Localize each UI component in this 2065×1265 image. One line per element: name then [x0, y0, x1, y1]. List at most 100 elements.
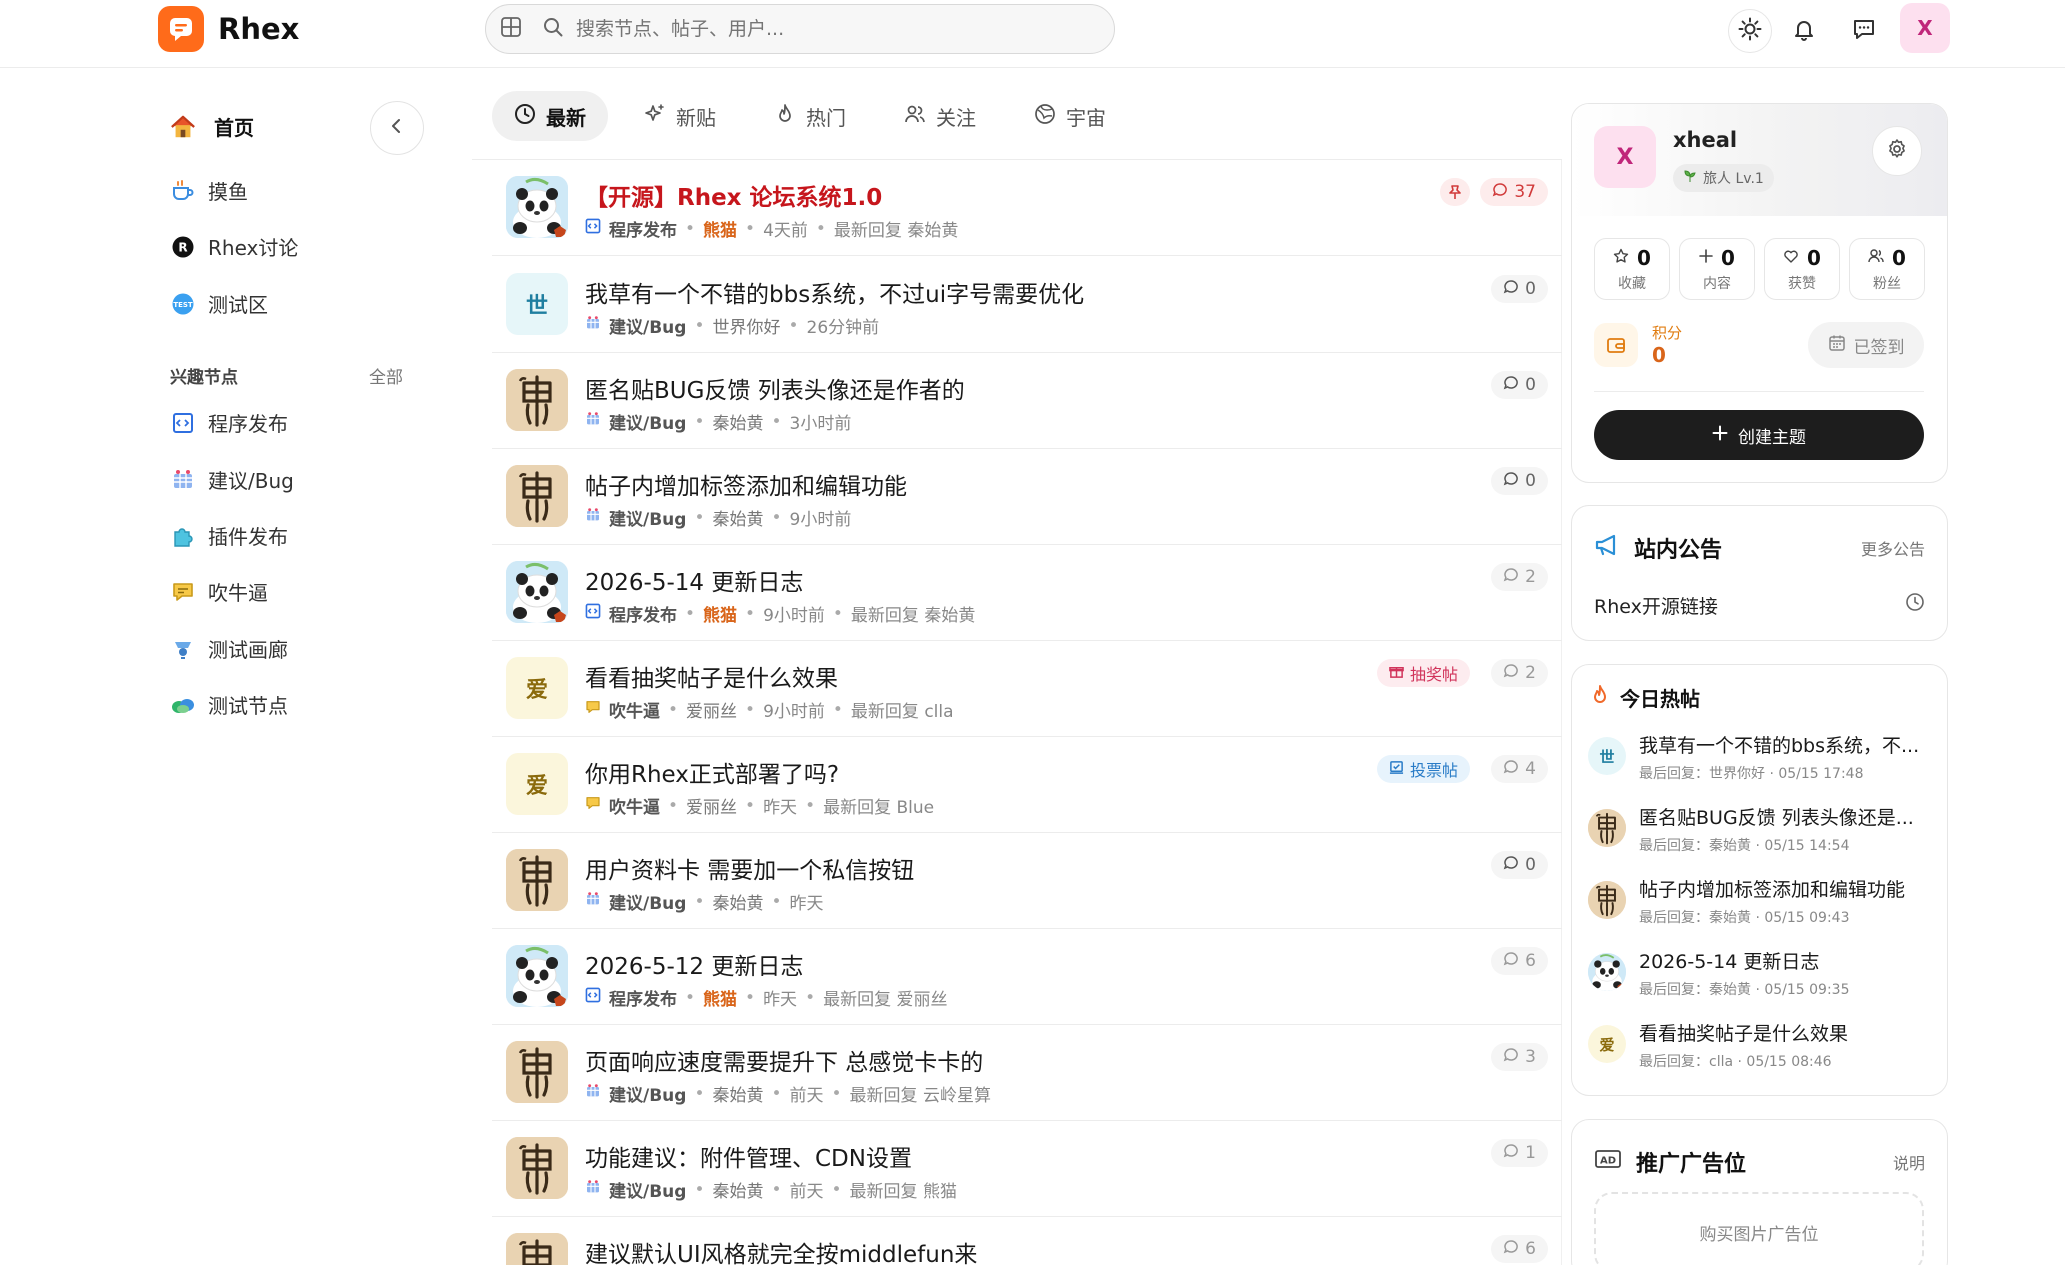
stat-likes[interactable]: 0 获赞: [1764, 238, 1840, 300]
more-announcements-link[interactable]: 更多公告: [1861, 536, 1925, 560]
post-node[interactable]: 程序发布: [609, 985, 677, 1010]
settings-button[interactable]: [1872, 126, 1922, 176]
post-author[interactable]: 爱丽丝: [686, 793, 737, 818]
stat-content[interactable]: 0 内容: [1679, 238, 1755, 300]
sidebar-item-chuiniubi[interactable]: 吹牛逼: [170, 577, 268, 606]
search-input[interactable]: [576, 18, 1056, 40]
hot-item-title[interactable]: 看看抽奖帖子是什么效果: [1639, 1019, 1929, 1046]
post-row[interactable]: 页面响应速度需要提升下 总感觉卡卡的 建议/Bug • 秦始黄 • 前天 • 最新回复…: [492, 1025, 1562, 1121]
lottery-tag-badge[interactable]: 抽奖帖: [1376, 659, 1470, 687]
post-author[interactable]: 秦始黄: [712, 889, 763, 914]
avatar[interactable]: 爱: [506, 657, 568, 719]
avatar[interactable]: [506, 1233, 568, 1265]
ad-info-link[interactable]: 说明: [1893, 1150, 1925, 1174]
post-title[interactable]: 功能建议：附件管理、CDN设置: [585, 1139, 912, 1173]
avatar[interactable]: 爱: [506, 753, 568, 815]
post-title[interactable]: 建议默认UI风格就完全按middlefun来: [585, 1235, 977, 1265]
sidebar-item-rhex-discuss[interactable]: R Rhex讨论: [170, 232, 298, 261]
hot-item[interactable]: 世 我草有一个不错的bbs系统，不... 最后回复：世界你好 · 05/15 1…: [1588, 731, 1933, 791]
avatar[interactable]: [506, 1137, 568, 1199]
sidebar-collapse-button[interactable]: [370, 101, 424, 155]
avatar[interactable]: 世: [506, 273, 568, 335]
tab-follow[interactable]: 关注: [882, 91, 998, 141]
avatar[interactable]: [506, 176, 568, 238]
search-bar[interactable]: [485, 4, 1115, 54]
vote-tag-badge[interactable]: 投票帖: [1376, 755, 1470, 783]
tab-hot[interactable]: 热门: [752, 91, 868, 141]
avatar[interactable]: [506, 561, 568, 623]
avatar[interactable]: [506, 465, 568, 527]
post-node[interactable]: 吹牛逼: [609, 793, 660, 818]
tab-universe[interactable]: 宇宙: [1012, 91, 1128, 141]
sidebar-item-moyu[interactable]: 摸鱼: [170, 176, 248, 205]
sidebar-item-plugin-release[interactable]: 插件发布: [170, 521, 288, 550]
stat-favorites[interactable]: 0 收藏: [1594, 238, 1670, 300]
hot-item-title[interactable]: 帖子内增加标签添加和编辑功能: [1639, 875, 1929, 902]
grid-icon[interactable]: [500, 16, 522, 42]
sidebar-item-test-node[interactable]: 测试节点: [170, 690, 288, 719]
tab-latest[interactable]: 最新: [492, 91, 608, 141]
post-title[interactable]: 匿名贴BUG反馈 列表头像还是作者的: [585, 371, 965, 405]
post-node[interactable]: 程序发布: [609, 216, 677, 241]
avatar[interactable]: [506, 369, 568, 431]
sidebar-item-home[interactable]: 首页: [170, 112, 254, 141]
post-row[interactable]: 建议默认UI风格就完全按middlefun来 6: [492, 1217, 1562, 1265]
hot-item[interactable]: 匿名贴BUG反馈 列表头像还是... 最后回复：秦始黄 · 05/15 14:5…: [1588, 803, 1933, 863]
tab-new[interactable]: 新贴: [622, 91, 738, 141]
post-node[interactable]: 建议/Bug: [609, 889, 686, 914]
post-node[interactable]: 建议/Bug: [609, 1081, 686, 1106]
theme-toggle-button[interactable]: [1728, 9, 1772, 53]
post-row[interactable]: 世 我草有一个不错的bbs系统，不过ui字号需要优化 建议/Bug • 世界你好 •…: [492, 257, 1562, 353]
post-title[interactable]: 看看抽奖帖子是什么效果: [585, 659, 838, 693]
hot-item[interactable]: 帖子内增加标签添加和编辑功能 最后回复：秦始黄 · 05/15 09:43: [1588, 875, 1933, 935]
messages-button[interactable]: [1842, 9, 1886, 53]
post-node[interactable]: 建议/Bug: [609, 1177, 686, 1202]
post-author[interactable]: 秦始黄: [712, 505, 763, 530]
profile-username[interactable]: xheal: [1673, 128, 1737, 152]
avatar[interactable]: X: [1594, 126, 1656, 188]
post-author[interactable]: 熊猫: [703, 985, 737, 1010]
avatar[interactable]: [506, 849, 568, 911]
user-avatar-button[interactable]: X: [1900, 3, 1950, 53]
post-row[interactable]: 功能建议：附件管理、CDN设置 建议/Bug • 秦始黄 • 前天 • 最新回复 熊猫…: [492, 1121, 1562, 1217]
post-row[interactable]: 2026-5-12 更新日志 程序发布 • 熊猫 • 昨天 • 最新回复 爱丽丝 6: [492, 929, 1562, 1025]
buy-ad-slot[interactable]: 购买图片广告位: [1594, 1192, 1924, 1265]
checkin-button[interactable]: 已签到: [1808, 322, 1924, 368]
post-row[interactable]: 帖子内增加标签添加和编辑功能 建议/Bug • 秦始黄 • 9小时前 0: [492, 449, 1562, 545]
post-title[interactable]: 页面响应速度需要提升下 总感觉卡卡的: [585, 1043, 983, 1077]
notifications-button[interactable]: [1782, 9, 1826, 53]
sidebar-item-test-gallery[interactable]: 测试画廊: [170, 634, 288, 663]
hot-item-title[interactable]: 匿名贴BUG反馈 列表头像还是...: [1639, 803, 1929, 830]
post-row[interactable]: 用户资料卡 需要加一个私信按钮 建议/Bug • 秦始黄 • 昨天 0: [492, 833, 1562, 929]
post-node[interactable]: 建议/Bug: [609, 313, 686, 338]
post-node[interactable]: 程序发布: [609, 601, 677, 626]
post-node[interactable]: 建议/Bug: [609, 409, 686, 434]
hot-item[interactable]: 爱 看看抽奖帖子是什么效果 最后回复：clla · 05/15 08:46: [1588, 1019, 1933, 1079]
post-author[interactable]: 秦始黄: [712, 1177, 763, 1202]
sidebar-item-suggest-bug[interactable]: 建议/Bug: [170, 465, 294, 494]
post-row[interactable]: 匿名贴BUG反馈 列表头像还是作者的 建议/Bug • 秦始黄 • 3小时前 0: [492, 353, 1562, 449]
post-title[interactable]: 2026-5-14 更新日志: [585, 563, 803, 597]
avatar[interactable]: [506, 945, 568, 1007]
stat-followers[interactable]: 0 粉丝: [1849, 238, 1925, 300]
post-title[interactable]: 2026-5-12 更新日志: [585, 947, 803, 981]
hot-item-title[interactable]: 2026-5-14 更新日志: [1639, 947, 1929, 974]
post-node[interactable]: 建议/Bug: [609, 505, 686, 530]
announcement-item[interactable]: Rhex开源链接: [1594, 592, 1718, 619]
hot-item[interactable]: 2026-5-14 更新日志 最后回复：秦始黄 · 05/15 09:35: [1588, 947, 1933, 1007]
post-row[interactable]: 爱 看看抽奖帖子是什么效果 吹牛逼 • 爱丽丝 • 9小时前 • 最新回复 clla …: [492, 641, 1562, 737]
hot-item-title[interactable]: 我草有一个不错的bbs系统，不...: [1639, 731, 1929, 758]
post-node[interactable]: 吹牛逼: [609, 697, 660, 722]
post-author[interactable]: 爱丽丝: [686, 697, 737, 722]
sidebar-item-program-release[interactable]: 程序发布: [170, 408, 288, 437]
post-row[interactable]: 爱 你用Rhex正式部署了吗? 吹牛逼 • 爱丽丝 • 昨天 • 最新回复 Blue …: [492, 737, 1562, 833]
create-topic-button[interactable]: 创建主题: [1594, 410, 1924, 460]
post-author[interactable]: 熊猫: [703, 601, 737, 626]
post-author[interactable]: 秦始黄: [712, 409, 763, 434]
post-title[interactable]: 我草有一个不错的bbs系统，不过ui字号需要优化: [585, 275, 1084, 309]
post-title[interactable]: 帖子内增加标签添加和编辑功能: [585, 467, 907, 501]
post-author[interactable]: 世界你好: [712, 313, 780, 338]
post-author[interactable]: 熊猫: [703, 216, 737, 241]
avatar[interactable]: [506, 1041, 568, 1103]
post-row[interactable]: 2026-5-14 更新日志 程序发布 • 熊猫 • 9小时前 • 最新回复 秦始黄 …: [492, 545, 1562, 641]
